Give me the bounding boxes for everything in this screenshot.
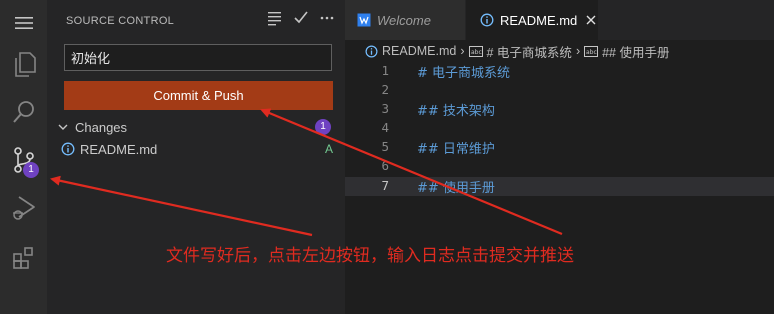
annotation-text: 文件写好后，点击左边按钮，输入日志点击提交并推送 <box>166 246 574 266</box>
menu-icon <box>14 17 33 29</box>
tab-readme-label: README.md <box>500 12 578 28</box>
line-number: 2 <box>381 82 389 97</box>
line-number: 3 <box>381 101 389 116</box>
code-line[interactable]: 2 <box>345 81 774 100</box>
file-status-added: A <box>324 142 333 156</box>
changed-file-item[interactable]: README.md A <box>61 140 333 158</box>
code-line[interactable]: 4 <box>345 119 774 138</box>
view-as-list-icon[interactable] <box>267 10 283 26</box>
changes-count-badge: 1 <box>315 119 331 135</box>
commit-push-button[interactable]: Commit & Push <box>64 81 333 110</box>
editor-area: Welcome README.md README.md › abc # 电子商城… <box>345 0 774 314</box>
line-number: 5 <box>381 139 389 154</box>
source-control-button[interactable]: 1 <box>0 137 47 183</box>
breadcrumb: README.md › abc # 电子商城系统 › abc ## 使用手册 <box>365 42 670 60</box>
run-debug-button[interactable] <box>0 185 47 231</box>
svg-text:abc: abc <box>586 49 597 56</box>
line-text: ## 日常维护 <box>417 142 495 157</box>
line-text: ## 技术架构 <box>417 104 495 119</box>
code-line[interactable]: 3 ## 技术架构 <box>345 100 774 119</box>
line-text: ## 使用手册 <box>417 181 495 196</box>
menu-button[interactable] <box>0 0 47 46</box>
more-actions-icon[interactable] <box>319 10 335 26</box>
activity-bar: 1 <box>0 0 47 314</box>
code-line[interactable]: 1 # 电子商城系统 <box>345 62 774 81</box>
search-icon <box>12 101 34 123</box>
code-line[interactable]: 5 ## 日常维护 <box>345 138 774 157</box>
line-number: 4 <box>381 120 389 135</box>
extensions-icon <box>12 247 33 269</box>
sidebar-actions <box>267 10 335 26</box>
code-line[interactable]: 6 <box>345 157 774 176</box>
tab-readme[interactable]: README.md <box>466 0 598 40</box>
source-control-sidebar: SOURCE CONTROL Commit & Push Changes 1 <box>47 0 345 314</box>
line-text: # 电子商城系统 <box>417 66 511 81</box>
tab-bar: Welcome README.md <box>345 0 774 40</box>
line-number: 6 <box>381 158 389 173</box>
string-symbol-icon: abc <box>468 45 483 57</box>
breadcrumb-heading-2[interactable]: ## 使用手册 <box>602 42 669 61</box>
changes-group-header[interactable]: Changes 1 <box>57 118 337 136</box>
explorer-button[interactable] <box>0 42 47 88</box>
line-number: 7 <box>381 178 389 193</box>
string-symbol-icon: abc <box>584 45 599 57</box>
info-file-icon <box>61 142 75 156</box>
sidebar-title: SOURCE CONTROL <box>66 15 175 27</box>
search-button[interactable] <box>0 89 47 135</box>
chevron-down-icon <box>58 124 68 130</box>
close-icon[interactable] <box>586 15 596 25</box>
line-number: 1 <box>381 63 389 78</box>
tab-welcome-label: Welcome <box>377 12 431 28</box>
commit-check-icon[interactable] <box>293 10 309 26</box>
commit-message-input[interactable] <box>64 44 332 71</box>
source-control-badge: 1 <box>23 162 39 178</box>
code-line-active[interactable]: 7 ## 使用手册 <box>345 177 774 196</box>
explorer-icon <box>14 52 36 77</box>
info-file-icon <box>365 45 378 57</box>
run-debug-icon <box>12 196 35 220</box>
info-file-icon <box>480 13 494 27</box>
welcome-icon <box>357 13 371 27</box>
breadcrumb-file[interactable]: README.md <box>382 44 456 58</box>
svg-text:abc: abc <box>471 49 482 56</box>
tab-welcome[interactable]: Welcome <box>345 0 465 40</box>
changes-label: Changes <box>75 119 128 135</box>
breadcrumb-heading-1[interactable]: # 电子商城系统 <box>487 42 572 61</box>
changed-file-name: README.md <box>80 141 158 157</box>
extensions-button[interactable] <box>0 235 47 281</box>
chevron-right-icon: › <box>575 44 581 58</box>
chevron-right-icon: › <box>460 44 465 58</box>
